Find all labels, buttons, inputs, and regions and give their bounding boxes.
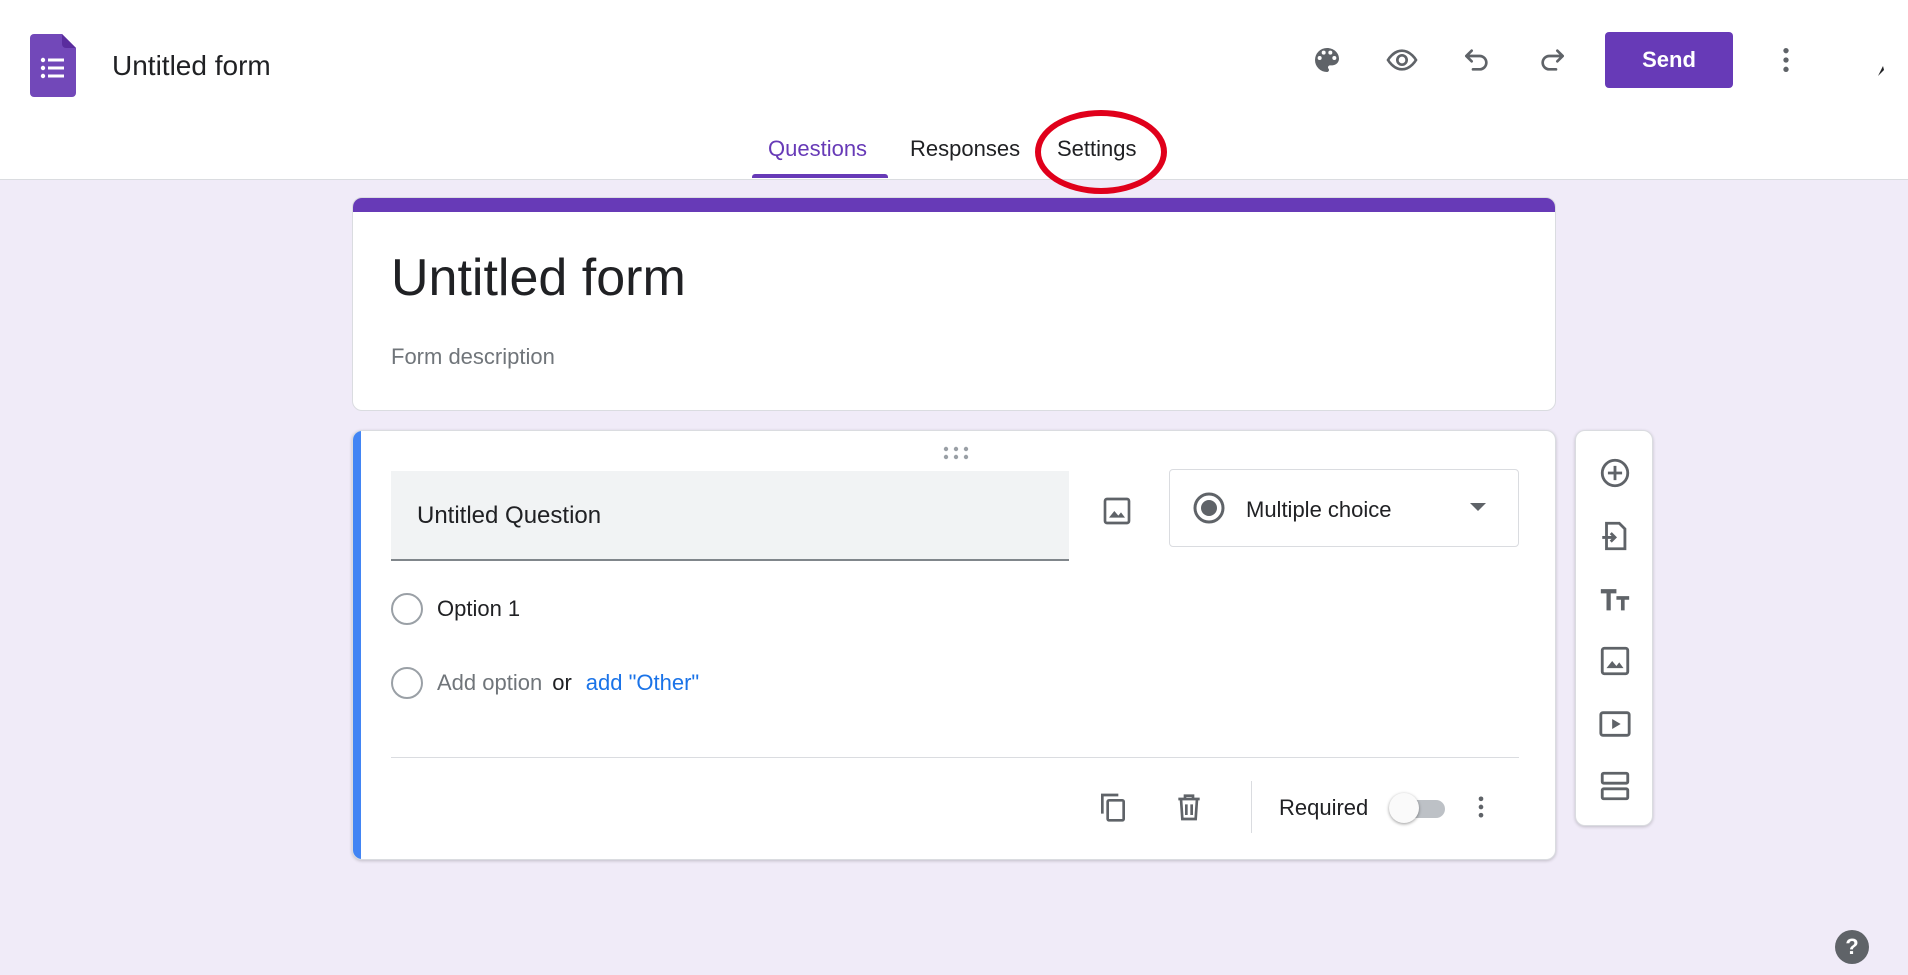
undo-icon: [1465, 49, 1488, 71]
add-question-icon: [1600, 458, 1630, 488]
send-button[interactable]: Send: [1605, 32, 1733, 88]
form-tabs: Questions Responses Settings: [0, 120, 1908, 180]
import-questions-icon: [1602, 521, 1627, 551]
add-image-icon: [1600, 646, 1630, 676]
required-label: Required: [1279, 795, 1369, 820]
add-video-button[interactable]: [1591, 700, 1639, 748]
radio-button-unchecked-icon: [391, 667, 423, 699]
add-option-input[interactable]: Add option: [437, 670, 542, 696]
more-vert-icon: [1783, 48, 1789, 72]
duplicate-question-button[interactable]: [1089, 783, 1137, 831]
or-separator: or: [552, 670, 572, 695]
question-card[interactable]: Untitled Question Multiple choice Option…: [352, 430, 1556, 860]
add-image-button[interactable]: [1591, 637, 1639, 685]
question-title-input[interactable]: Untitled Question: [391, 471, 1069, 561]
copy-icon: [1101, 793, 1125, 822]
question-more-options-button[interactable]: [1457, 783, 1505, 831]
add-question-image-button[interactable]: [1093, 487, 1141, 535]
add-title-icon: [1600, 589, 1630, 611]
dropdown-arrow-icon: [1470, 503, 1486, 511]
undo-button[interactable]: [1453, 36, 1501, 84]
form-title-heading[interactable]: Untitled form: [391, 248, 686, 308]
question-title-text: Untitled Question: [417, 502, 602, 529]
add-other-link[interactable]: add "Other": [586, 670, 699, 696]
delete-question-button[interactable]: [1165, 783, 1213, 831]
floating-toolbar: [1575, 430, 1653, 826]
form-description-input[interactable]: Form description: [391, 344, 555, 370]
add-video-icon: [1599, 711, 1631, 737]
card-footer-divider: [391, 757, 1519, 758]
add-section-button[interactable]: [1591, 762, 1639, 810]
more-vert-icon: [1478, 796, 1484, 818]
image-icon: [1103, 497, 1131, 525]
question-type-dropdown[interactable]: Multiple choice: [1169, 469, 1519, 547]
active-question-indicator: [353, 431, 361, 859]
option-row[interactable]: Option 1: [391, 592, 520, 626]
option-label[interactable]: Option 1: [437, 596, 520, 622]
tab-responses[interactable]: Responses: [910, 136, 1020, 162]
more-options-button[interactable]: [1762, 36, 1810, 84]
help-button[interactable]: ?: [1835, 930, 1869, 964]
eye-icon: [1386, 49, 1418, 71]
top-bar: Untitled form Send Questions Responses S…: [0, 0, 1908, 194]
account-avatar-icon[interactable]: [1876, 66, 1884, 76]
drag-handle-icon[interactable]: [941, 445, 971, 461]
redo-button[interactable]: [1528, 36, 1576, 84]
add-option-row: Add option or add "Other": [391, 666, 699, 700]
form-title[interactable]: Untitled form: [112, 50, 271, 82]
radio-button-unchecked-icon: [391, 593, 423, 625]
preview-button[interactable]: [1378, 36, 1426, 84]
tab-settings[interactable]: Settings: [1057, 136, 1137, 162]
form-header-card: Untitled form Form description: [352, 197, 1556, 411]
palette-icon: [1315, 48, 1339, 72]
radio-button-checked-icon: [1193, 492, 1225, 524]
redo-icon: [1541, 49, 1564, 71]
footer-separator: [1251, 781, 1252, 833]
trash-icon: [1178, 794, 1200, 821]
tab-questions[interactable]: Questions: [768, 136, 867, 162]
toggle-thumb: [1389, 793, 1419, 823]
header-accent-stripe: [353, 198, 1555, 212]
customize-theme-button[interactable]: [1303, 36, 1351, 84]
forms-logo-icon[interactable]: [30, 34, 76, 97]
add-title-button[interactable]: [1591, 575, 1639, 623]
import-questions-button[interactable]: [1591, 512, 1639, 560]
active-tab-indicator: [752, 174, 888, 178]
add-question-button[interactable]: [1591, 449, 1639, 497]
add-section-icon: [1600, 771, 1630, 801]
question-type-label: Multiple choice: [1246, 497, 1392, 522]
required-toggle[interactable]: [1389, 793, 1445, 823]
